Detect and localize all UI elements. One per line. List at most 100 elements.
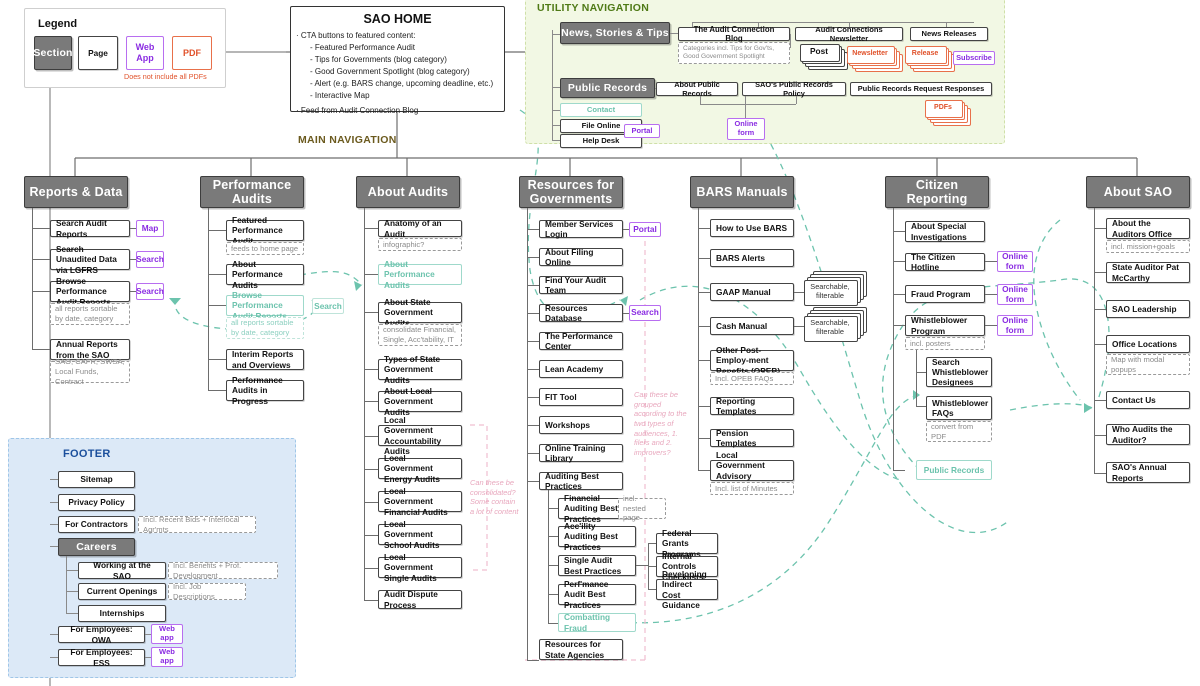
page-developing-indirect-cost-guidance[interactable]: Developing Indirect Cost Guidance — [656, 569, 718, 610]
webapp-online-form-public-records[interactable]: Online form — [727, 118, 765, 140]
page-public-records-request-responses[interactable]: Public Records Request Responses — [850, 82, 992, 96]
page-about-state-government-audits[interactable]: About State Government Audits — [378, 297, 462, 328]
page-find-your-audit-team[interactable]: Find Your Audit Team — [539, 275, 623, 295]
page-contact-us[interactable]: Contact Us — [1106, 391, 1190, 409]
page-privacy-policy[interactable]: Privacy Policy — [58, 494, 135, 511]
page-sao-leadership[interactable]: SAO Leadership — [1106, 300, 1190, 318]
page-whistleblower-program[interactable]: Whistleblower Program — [905, 315, 985, 336]
section-news-stories-tips[interactable]: News, Stories & Tips — [560, 22, 670, 44]
webapp-portal-file-online[interactable]: Portal — [624, 124, 660, 138]
page-online-training-library[interactable]: Online Training Library — [539, 443, 623, 463]
page-current-openings[interactable]: Current Openings — [78, 583, 166, 600]
webapp-ess[interactable]: Web app — [151, 647, 183, 667]
page-search-unaudited-data[interactable]: Search Unaudited Data via LGFRS — [50, 244, 130, 275]
page-featured-performance-audit[interactable]: Featured Performance Audit — [226, 215, 304, 246]
page-anatomy-of-an-audit[interactable]: Anatomy of an Audit — [378, 218, 462, 239]
page-about-filing-online[interactable]: About Filing Online — [539, 247, 623, 267]
page-fit-tool[interactable]: FIT Tool — [539, 388, 623, 406]
page-for-contractors[interactable]: For Contractors — [58, 516, 135, 533]
page-whistleblower-faqs[interactable]: Whistleblower FAQs — [926, 396, 992, 420]
page-local-gov-energy-audits[interactable]: Local Government Energy Audits — [378, 453, 462, 484]
page-sitemap[interactable]: Sitemap — [58, 471, 135, 488]
page-lean-academy[interactable]: Lean Academy — [539, 360, 623, 378]
page-about-special-investigations[interactable]: About Special Investigations — [905, 221, 985, 242]
page-browse-performance-audit-reports-ghost[interactable]: Browse Performance Audit Reports — [226, 290, 304, 321]
section-reports-and-data[interactable]: Reports & Data — [24, 176, 128, 208]
page-resources-for-state-agencies[interactable]: Resources for State Agencies — [539, 639, 623, 660]
page-acctability-auditing-best-practices[interactable]: Acc'ility Auditing Best Practices — [558, 521, 636, 552]
page-for-employees-ess[interactable]: For Employees: ESS — [58, 647, 145, 668]
page-pension-templates[interactable]: Pension Templates — [710, 428, 794, 448]
section-citizen-reporting[interactable]: Citizen Reporting — [885, 176, 989, 208]
page-browse-performance-audit-reports[interactable]: Browse Performance Audit Reports — [50, 276, 130, 307]
section-public-records[interactable]: Public Records — [560, 78, 655, 98]
page-sao-public-records-policy[interactable]: SAO's Public Records Policy — [742, 80, 846, 98]
webapp-online-form-hotline[interactable]: Online form — [997, 251, 1033, 272]
page-public-records-ghost[interactable]: Public Records — [916, 460, 992, 480]
section-resources-for-governments[interactable]: Resources for Governments — [519, 176, 623, 208]
page-contact-ghost[interactable]: Contact — [560, 103, 642, 117]
page-the-performance-center[interactable]: The Performance Center — [539, 331, 623, 351]
webapp-map[interactable]: Map — [136, 220, 164, 237]
page-search-audit-reports[interactable]: Search Audit Reports — [50, 218, 130, 239]
section-careers[interactable]: Careers — [58, 538, 135, 556]
page-types-of-state-government-audits[interactable]: Types of State Government Audits — [378, 354, 462, 385]
page-local-gov-financial-audits[interactable]: Local Government Financial Audits — [378, 486, 462, 517]
page-workshops[interactable]: Workshops — [539, 416, 623, 434]
page-working-at-the-sao[interactable]: Working at the SAO — [78, 560, 166, 581]
webapp-subscribe[interactable]: Subscribe — [953, 51, 995, 65]
section-performance-audits[interactable]: Performance Audits — [200, 176, 304, 208]
section-bars-manuals[interactable]: BARS Manuals — [690, 176, 794, 208]
webapp-search-resources-db[interactable]: Search — [629, 305, 661, 321]
page-about-local-government-audits[interactable]: About Local Government Audits — [378, 386, 462, 417]
page-resources-database[interactable]: Resources Database — [539, 303, 623, 323]
page-single-audit-best-practices[interactable]: Single Audit Best Practices — [558, 555, 636, 576]
page-about-performance-audits[interactable]: About Performance Audits — [226, 259, 304, 290]
page-internships[interactable]: Internships — [78, 605, 166, 622]
page-bars-alerts[interactable]: BARS Alerts — [710, 249, 794, 267]
page-member-services-login[interactable]: Member Services Login — [539, 219, 623, 239]
stack-label-gaap: Searchable, filterable — [810, 282, 850, 300]
page-audit-connections-newsletter[interactable]: Audit Connections Newsletter — [795, 25, 903, 43]
page-about-performance-audits-ghost[interactable]: About Performance Audits — [378, 259, 462, 290]
page-performance-audits-in-progress[interactable]: Performance Audits in Progress — [226, 375, 304, 406]
col1-b2 — [208, 305, 226, 307]
section-about-sao[interactable]: About SAO — [1086, 176, 1190, 208]
note-incl-posters: incl. posters — [905, 337, 985, 350]
page-search-whistleblower-designees[interactable]: Search Whistleblower Designees — [926, 357, 992, 387]
page-audit-dispute-process[interactable]: Audit Dispute Process — [378, 589, 462, 610]
page-reporting-templates[interactable]: Reporting Templates — [710, 396, 794, 416]
page-state-auditor-pat-mccarthy[interactable]: State Auditor Pat McCarthy — [1106, 262, 1190, 283]
webapp-portal-member-services[interactable]: Portal — [629, 222, 661, 237]
webapp-owa[interactable]: Web app — [151, 624, 183, 644]
page-perfmance-audit-best-practices[interactable]: Perf'mance Audit Best Practices — [558, 579, 636, 610]
page-office-locations[interactable]: Office Locations — [1106, 335, 1190, 353]
webapp-search-browse[interactable]: Search — [136, 283, 164, 300]
page-local-gov-accountability-audits[interactable]: Local Government Accountability Audits — [378, 415, 462, 456]
webapp-online-form-fraud[interactable]: Online form — [997, 284, 1033, 305]
section-about-audits[interactable]: About Audits — [356, 176, 460, 208]
page-other-post-employment-benefits[interactable]: Other Post-Employ-ment Benefits (OPEB) — [710, 345, 794, 376]
page-local-gov-single-audits[interactable]: Local Government Single Audits — [378, 552, 462, 583]
page-about-public-records[interactable]: About Public Records — [656, 80, 738, 98]
webapp-search-lgfrs[interactable]: Search — [136, 251, 164, 268]
page-local-gov-school-audits[interactable]: Local Government School Audits — [378, 519, 462, 550]
page-the-citizen-hotline[interactable]: The Citizen Hotline — [905, 252, 985, 272]
page-auditing-best-practices[interactable]: Auditing Best Practices — [539, 471, 623, 491]
ghost-search-badge[interactable]: Search — [312, 298, 344, 314]
page-about-the-auditors-office[interactable]: About the Auditors Office — [1106, 218, 1190, 239]
page-audit-connection-blog[interactable]: The Audit Connection Blog — [678, 25, 790, 43]
webapp-online-form-whistleblower[interactable]: Online form — [997, 315, 1033, 336]
c5i3-badge-line — [985, 325, 997, 327]
page-how-to-use-bars[interactable]: How to Use BARS — [710, 219, 794, 237]
page-fraud-program[interactable]: Fraud Program — [905, 285, 985, 303]
page-cash-manual[interactable]: Cash Manual — [710, 317, 794, 335]
page-local-government-advisory-committee[interactable]: Local Government Advisory Committee — [710, 450, 794, 491]
page-combatting-fraud-ghost[interactable]: Combatting Fraud — [558, 612, 636, 633]
page-interim-reports-overviews[interactable]: Interim Reports and Overviews — [226, 349, 304, 370]
page-for-employees-owa[interactable]: For Employees: OWA — [58, 624, 145, 645]
page-news-releases[interactable]: News Releases — [910, 27, 988, 41]
page-gaap-manual[interactable]: GAAP Manual — [710, 283, 794, 301]
page-saos-annual-reports[interactable]: SAO's Annual Reports — [1106, 462, 1190, 483]
page-who-audits-the-auditor[interactable]: Who Audits the Auditor? — [1106, 424, 1190, 445]
